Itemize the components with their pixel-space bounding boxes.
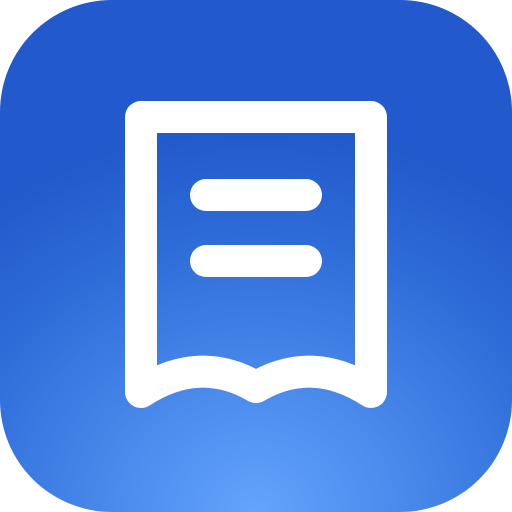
app-icon-tile[interactable]	[0, 0, 512, 512]
receipt-icon	[125, 101, 387, 408]
